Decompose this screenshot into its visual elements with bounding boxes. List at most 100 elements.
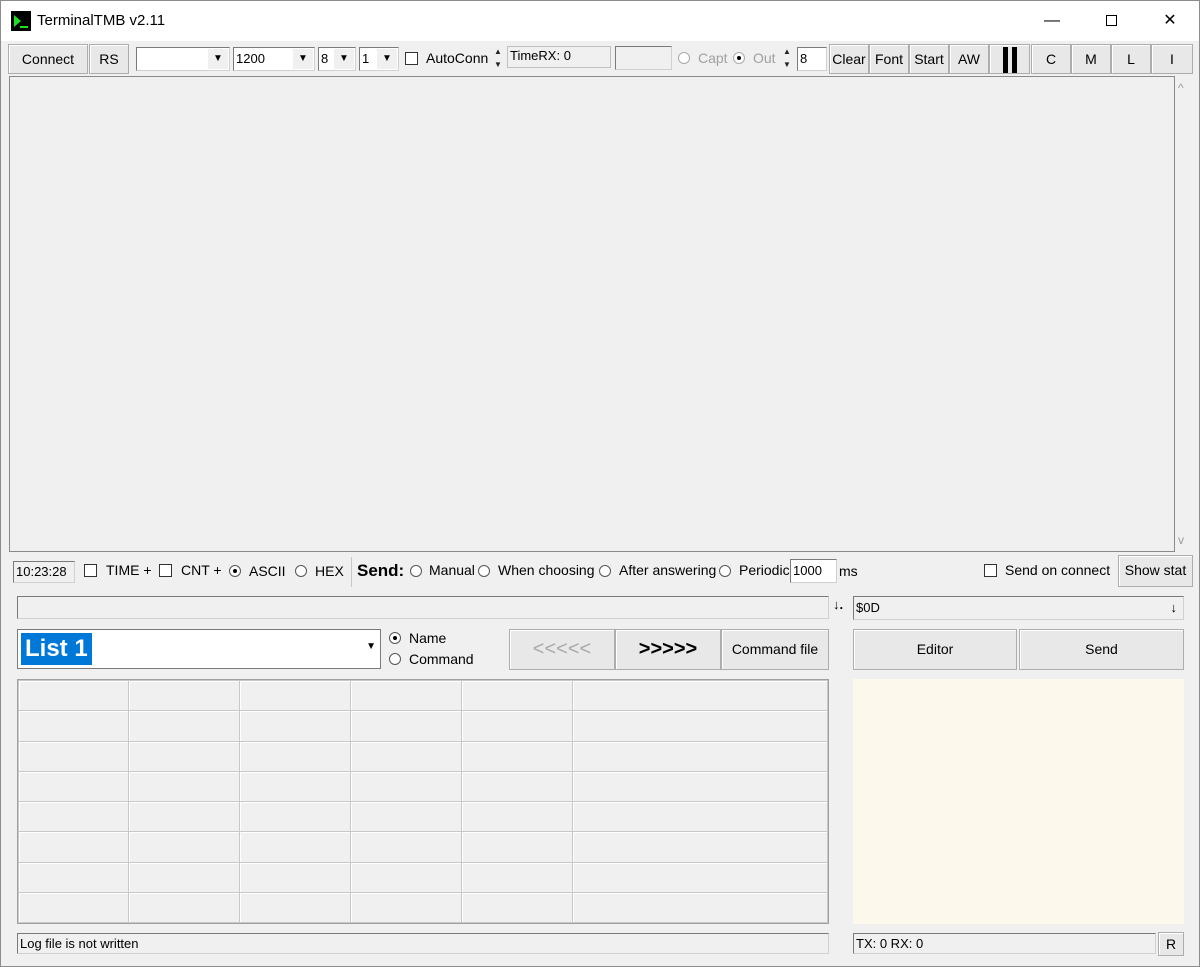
txrx-status: TX: 0 RX: 0 <box>853 933 1156 954</box>
when-choosing-label: When choosing <box>498 562 595 578</box>
name-label: Name <box>409 630 447 646</box>
baud-value: 1200 <box>236 51 265 66</box>
r-button[interactable]: R <box>1158 932 1184 956</box>
start-button[interactable]: Start <box>909 44 949 74</box>
spin-arrows-icon[interactable]: ▲ ▼ <box>491 45 505 71</box>
next-button[interactable]: >>>>> <box>615 629 721 670</box>
terminal-app-icon <box>11 11 31 31</box>
when-choosing-radio[interactable] <box>478 565 490 577</box>
period-field[interactable]: 1000 <box>790 559 837 583</box>
time-plus-label: TIME + <box>106 562 152 578</box>
timerx-value: TimeRX: 0 <box>510 48 571 63</box>
period-value: 1000 <box>793 563 822 578</box>
table-row[interactable] <box>18 770 828 803</box>
prev-button[interactable]: <<<<< <box>509 629 615 670</box>
aw-button[interactable]: AW <box>949 44 989 74</box>
after-answering-label: After answering <box>619 562 717 578</box>
dropdown-arrow-icon: ▼ <box>293 49 313 69</box>
command-file-button[interactable]: Command file <box>721 629 829 670</box>
send-button[interactable]: Send <box>1019 629 1184 670</box>
command-grid[interactable] <box>17 679 829 924</box>
terminal-output[interactable] <box>9 76 1175 552</box>
clear-button[interactable]: Clear <box>829 44 869 74</box>
blank-field[interactable] <box>615 46 672 70</box>
table-row[interactable] <box>18 710 828 742</box>
table-row[interactable] <box>18 800 828 833</box>
spin-arrows-icon[interactable]: ▲ ▼ <box>780 45 794 71</box>
list-selected-value: List 1 <box>21 633 92 665</box>
log-status-text: Log file is not written <box>20 936 139 951</box>
separator <box>351 557 352 587</box>
out-radio[interactable] <box>733 52 745 64</box>
name-radio[interactable] <box>389 632 401 644</box>
dropdown-arrow-icon: ▼ <box>366 641 376 652</box>
command-radio[interactable] <box>389 653 401 665</box>
capt-label: Capt <box>698 50 728 66</box>
manual-label: Manual <box>429 562 475 578</box>
ascii-radio[interactable] <box>229 565 241 577</box>
table-row[interactable] <box>18 831 828 863</box>
ms-label: ms <box>839 563 858 579</box>
send-on-connect-checkbox[interactable] <box>984 564 997 577</box>
terminator-value: $0D <box>856 600 880 615</box>
table-row[interactable] <box>18 740 828 772</box>
font-button[interactable]: Font <box>869 44 909 74</box>
send-mode-label: Send: <box>357 561 405 580</box>
minimize-button[interactable]: — <box>1023 1 1081 41</box>
autoconn-checkbox[interactable] <box>405 52 418 65</box>
connect-button[interactable]: Connect <box>8 44 88 74</box>
close-button[interactable]: ✕ <box>1141 1 1199 41</box>
show-stat-button[interactable]: Show stat <box>1118 555 1193 587</box>
time-plus-checkbox[interactable] <box>84 564 97 577</box>
autoconn-label: AutoConn <box>426 50 489 66</box>
stopbits-value: 1 <box>362 51 370 66</box>
window-title: TerminalTMB v2.11 <box>37 12 166 29</box>
after-answering-radio[interactable] <box>599 565 611 577</box>
clock-display: 10:23:28 <box>13 561 75 583</box>
i-button[interactable]: I <box>1151 44 1193 74</box>
c-button[interactable]: C <box>1031 44 1071 74</box>
periodic-radio[interactable] <box>719 565 731 577</box>
terminator-select[interactable]: $0D ↓ <box>853 596 1184 620</box>
scroll-down-icon[interactable]: v <box>1178 533 1184 547</box>
cnt-plus-checkbox[interactable] <box>159 564 172 577</box>
l-button[interactable]: L <box>1111 44 1151 74</box>
command-label: Command <box>409 651 474 667</box>
dropdown-arrow-icon: ▼ <box>208 49 228 69</box>
dropdown-arrow-icon: ▼ <box>334 49 354 69</box>
out-count-value: 8 <box>800 51 808 66</box>
clock-value: 10:23:28 <box>16 564 67 579</box>
port-select[interactable]: ▼ <box>136 47 230 71</box>
manual-radio[interactable] <box>410 565 422 577</box>
maximize-icon <box>1105 15 1117 27</box>
dropdown-arrow-icon: ▼ <box>377 49 397 69</box>
log-status: Log file is not written <box>17 933 829 954</box>
notes-area[interactable] <box>853 679 1184 924</box>
maximize-button[interactable] <box>1082 1 1140 41</box>
hex-label: HEX <box>315 563 344 579</box>
send-on-connect-label: Send on connect <box>1005 562 1111 578</box>
baud-select[interactable]: 1200 ▼ <box>233 47 315 71</box>
timerx-display: TimeRX: 0 <box>507 46 611 68</box>
terminator-arrow-icon: ↓ <box>1170 600 1178 615</box>
rs-button[interactable]: RS <box>89 44 129 74</box>
editor-button[interactable]: Editor <box>853 629 1017 670</box>
capt-radio[interactable] <box>678 52 690 64</box>
out-count-field[interactable]: 8 <box>797 47 827 71</box>
arrow-down-icon[interactable]: ↓. <box>833 597 843 612</box>
command-input[interactable] <box>17 596 829 619</box>
m-button[interactable]: M <box>1071 44 1111 74</box>
stopbits-select[interactable]: 1 ▼ <box>359 47 399 71</box>
list-select[interactable]: List 1 ▼ <box>17 629 381 669</box>
table-row[interactable] <box>18 861 828 893</box>
table-row[interactable] <box>18 679 828 712</box>
periodic-label: Periodic <box>739 562 790 578</box>
databits-select[interactable]: 8 ▼ <box>318 47 356 71</box>
pause-button[interactable] <box>989 44 1030 74</box>
app-window: TerminalTMB v2.11 — ✕ Connect RS ▼ 1200 … <box>0 0 1200 967</box>
out-label: Out <box>753 50 776 66</box>
cnt-plus-label: CNT + <box>181 562 222 578</box>
hex-radio[interactable] <box>295 565 307 577</box>
scroll-up-icon[interactable]: ^ <box>1178 81 1184 95</box>
table-row[interactable] <box>18 891 828 924</box>
